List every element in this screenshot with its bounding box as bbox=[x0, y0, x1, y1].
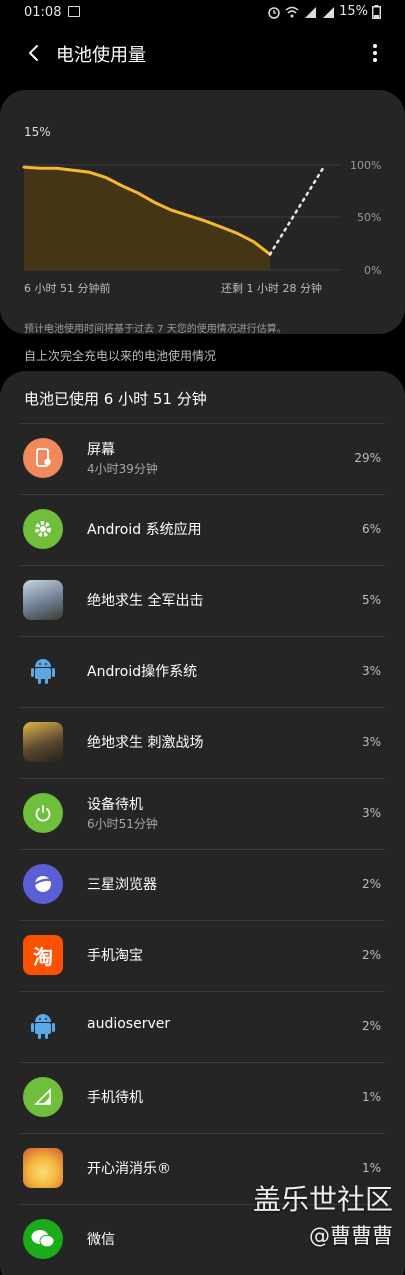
estimate-note: 预计电池使用时间将基于过去 7 天您的使用情况进行估算。 bbox=[24, 324, 287, 335]
y-tick-50: 50% bbox=[357, 211, 381, 224]
app-name: Android操作系统 bbox=[87, 664, 198, 680]
app-name: Android 系统应用 bbox=[87, 522, 202, 538]
app-usage-row[interactable]: audioserver 2% bbox=[0, 991, 405, 1062]
battery-icon bbox=[372, 4, 381, 19]
app-usage-card: 电池已使用 6 小时 51 分钟 屏幕 4小时39分钟 29% Android 系统应… bbox=[0, 371, 405, 1275]
app-usage-percent: 1% bbox=[361, 1090, 381, 1104]
signal-icon bbox=[323, 6, 335, 18]
time-start-label: 6 小时 51 分钟前 bbox=[24, 282, 111, 295]
app-usage-time: 4小时39分钟 bbox=[87, 462, 158, 476]
row-divider bbox=[20, 920, 385, 921]
app-usage-row[interactable]: Android操作系统 3% bbox=[0, 636, 405, 707]
row-divider bbox=[20, 849, 385, 850]
app-usage-percent: 3% bbox=[361, 806, 381, 820]
more-options-button[interactable] bbox=[363, 39, 387, 67]
wechat-icon bbox=[23, 1219, 63, 1259]
app-usage-percent: 29% bbox=[354, 451, 381, 465]
app-name: 微信 bbox=[87, 1232, 115, 1248]
battery-usage-area bbox=[24, 167, 270, 270]
row-divider bbox=[20, 636, 385, 637]
y-tick-0: 0% bbox=[364, 264, 381, 277]
app-usage-percent: 2% bbox=[361, 948, 381, 962]
page-title: 电池使用量 bbox=[56, 45, 146, 66]
app-name: 设备待机 bbox=[87, 797, 143, 813]
power-icon bbox=[23, 793, 63, 833]
status-bar: 01:08 15% bbox=[0, 0, 405, 26]
battery-level-chart: 100% 50% 0% bbox=[22, 159, 381, 277]
chevron-left-icon bbox=[29, 45, 38, 61]
app-name: 屏幕 bbox=[87, 442, 115, 458]
happy-elimination-icon bbox=[23, 1148, 63, 1188]
app-name: 手机淘宝 bbox=[87, 948, 143, 964]
app-name: 开心消消乐® bbox=[87, 1161, 171, 1177]
battery-chart-card: 15% 100% 50% 0% 6 小时 51 分钟前 还剩 1 小时 28 分… bbox=[0, 90, 405, 335]
back-button[interactable] bbox=[20, 39, 48, 67]
app-usage-row[interactable]: 淘 手机淘宝 2% bbox=[0, 920, 405, 991]
android-icon bbox=[23, 1006, 63, 1046]
app-name: audioserver bbox=[87, 1016, 171, 1032]
signal-4g-icon bbox=[305, 6, 317, 18]
app-bar: 电池使用量 bbox=[0, 26, 405, 80]
status-icons: 15% bbox=[267, 4, 381, 19]
app-usage-percent: 2% bbox=[361, 877, 381, 891]
time-remaining-label: 还剩 1 小时 28 分钟 bbox=[221, 282, 322, 295]
usage-total-header: 电池已使用 6 小时 51 分钟 bbox=[24, 390, 207, 408]
battery-forecast-line bbox=[268, 163, 327, 256]
app-usage-percent: 6% bbox=[361, 522, 381, 536]
gallery-notification-icon bbox=[68, 6, 80, 17]
app-name: 手机待机 bbox=[87, 1090, 143, 1106]
app-usage-row[interactable]: 绝地求生 刺激战场 3% bbox=[0, 707, 405, 778]
wifi-icon bbox=[285, 6, 299, 17]
app-usage-row[interactable]: 绝地求生 全军出击 5% bbox=[0, 565, 405, 636]
row-divider bbox=[20, 707, 385, 708]
app-usage-percent: 5% bbox=[361, 593, 381, 607]
app-usage-row[interactable]: 手机待机 1% bbox=[0, 1062, 405, 1133]
app-name: 三星浏览器 bbox=[87, 877, 157, 893]
row-divider bbox=[20, 991, 385, 992]
y-tick-100: 100% bbox=[350, 159, 381, 172]
watermark-community: 盖乐世社区 bbox=[252, 1183, 393, 1216]
pubg-quanjun-app-icon bbox=[23, 580, 63, 620]
app-usage-row[interactable]: Android 系统应用 6% bbox=[0, 494, 405, 565]
alarm-icon bbox=[268, 6, 280, 19]
row-divider bbox=[20, 565, 385, 566]
screen-icon bbox=[23, 438, 63, 478]
pubg-cijizhanchang-app-icon bbox=[23, 722, 63, 762]
row-divider bbox=[20, 778, 385, 779]
app-usage-percent: 2% bbox=[361, 1019, 381, 1033]
watermark-author: @曹曹曹 bbox=[309, 1224, 393, 1248]
app-usage-time: 6小时51分钟 bbox=[87, 817, 158, 831]
app-usage-row[interactable]: 设备待机 6小时51分钟 3% bbox=[0, 778, 405, 849]
app-usage-percent: 1% bbox=[361, 1161, 381, 1175]
status-time: 01:08 bbox=[24, 5, 62, 20]
signal-icon bbox=[23, 1077, 63, 1117]
row-divider bbox=[20, 1133, 385, 1134]
app-usage-percent: 3% bbox=[361, 735, 381, 749]
android-icon bbox=[23, 651, 63, 691]
row-divider bbox=[20, 494, 385, 495]
row-divider bbox=[20, 423, 385, 424]
app-name: 绝地求生 全军出击 bbox=[87, 593, 204, 609]
app-name: 绝地求生 刺激战场 bbox=[87, 735, 204, 751]
app-usage-row[interactable]: 屏幕 4小时39分钟 29% bbox=[0, 423, 405, 494]
taobao-icon: 淘 bbox=[23, 935, 63, 975]
app-usage-row[interactable]: 三星浏览器 2% bbox=[0, 849, 405, 920]
since-full-charge-label: 自上次完全充电以来的电池使用情况 bbox=[24, 349, 217, 363]
samsung-internet-icon bbox=[23, 864, 63, 904]
app-usage-percent: 3% bbox=[361, 664, 381, 678]
status-battery-text: 15% bbox=[339, 4, 368, 19]
row-divider bbox=[20, 1062, 385, 1063]
gear-icon bbox=[23, 509, 63, 549]
